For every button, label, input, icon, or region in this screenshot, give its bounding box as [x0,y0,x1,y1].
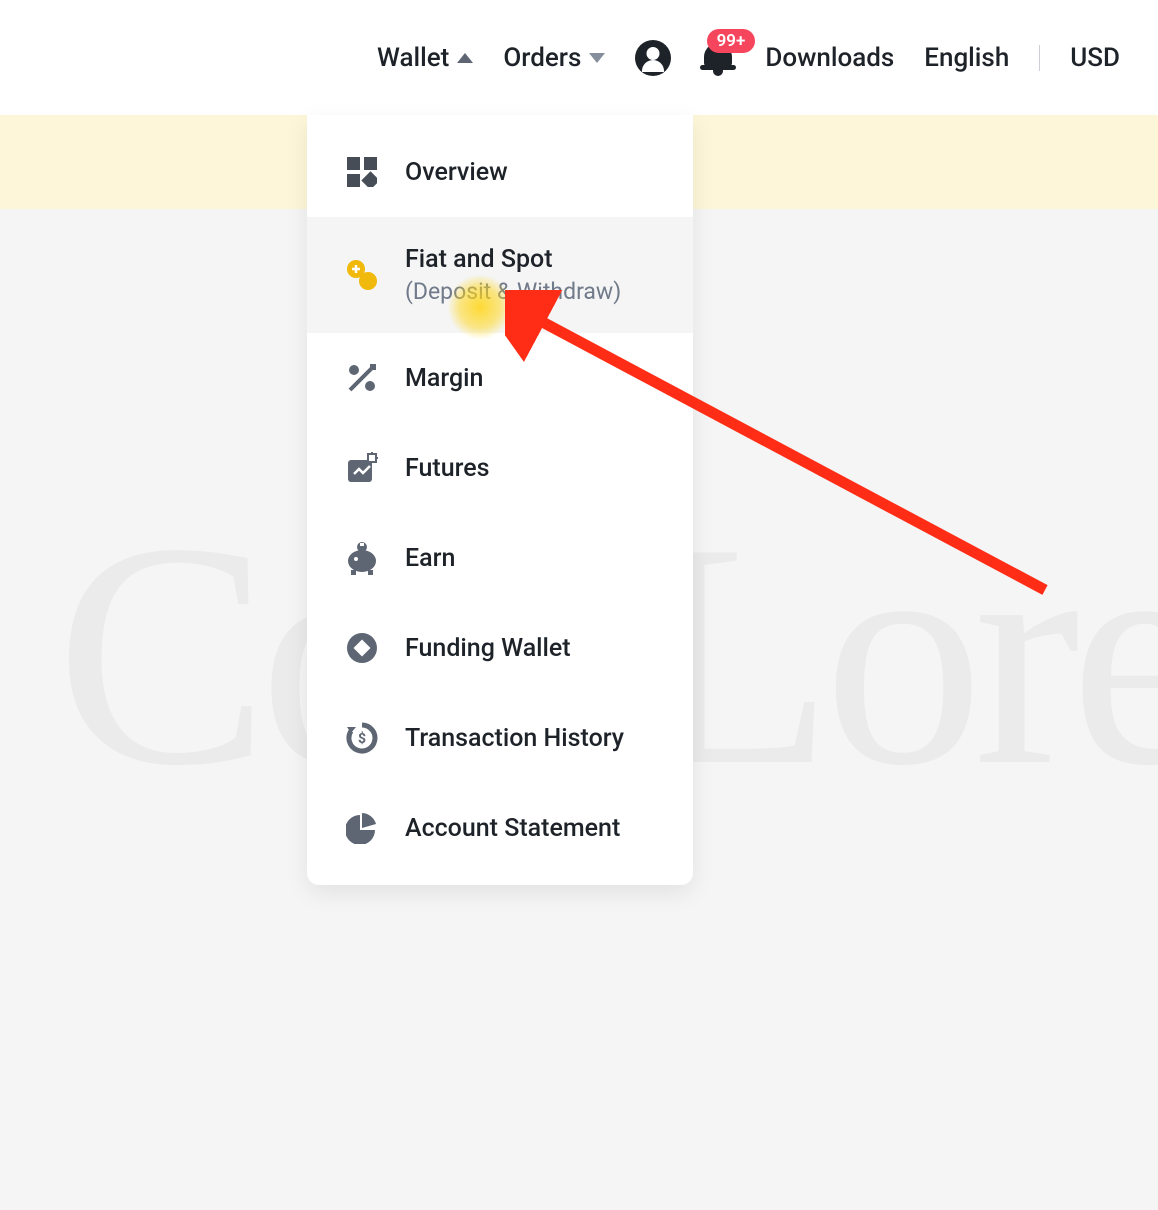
caret-down-icon [589,53,605,63]
dropdown-overview[interactable]: Overview [307,127,693,217]
chart-box-icon [345,451,379,485]
dropdown-futures[interactable]: Futures [307,423,693,513]
nav-downloads-label: Downloads [765,43,894,73]
nav-orders-label: Orders [503,43,581,73]
nav-language-label: English [924,43,1009,73]
dropdown-label: Overview [405,158,508,187]
history-icon: $ [345,721,379,755]
dropdown-label: Margin [405,364,483,393]
grid-icon [345,155,379,189]
dropdown-funding-wallet[interactable]: Funding Wallet [307,603,693,693]
exchange-icon [345,258,379,292]
nav-downloads[interactable]: Downloads [765,43,894,73]
dropdown-earn[interactable]: Earn [307,513,693,603]
piggy-icon [345,541,379,575]
nav-language[interactable]: English [924,43,1009,73]
notifications-button[interactable]: 99+ [701,41,735,75]
nav-wallet[interactable]: Wallet [377,43,473,73]
dropdown-label: Transaction History [405,724,624,753]
svg-text:$: $ [358,730,366,747]
profile-icon[interactable] [635,40,671,76]
dropdown-transaction-history[interactable]: $ Transaction History [307,693,693,783]
dropdown-label: Account Statement [405,814,620,843]
dropdown-account-statement[interactable]: Account Statement [307,783,693,873]
dropdown-label: Funding Wallet [405,634,571,663]
nav-currency[interactable]: USD [1070,43,1120,73]
divider [1039,45,1040,71]
pie-icon [345,811,379,845]
caret-up-icon [457,53,473,63]
diamond-circle-icon [345,631,379,665]
dropdown-label: Fiat and Spot [405,245,621,274]
dropdown-label: Futures [405,454,490,483]
dropdown-margin[interactable]: Margin [307,333,693,423]
header-nav: Wallet Orders 99+ Downloads English USD [0,0,1158,115]
percent-icon [345,361,379,395]
dropdown-sublabel: (Deposit & Withdraw) [405,278,621,305]
dropdown-label: Earn [405,544,455,573]
nav-wallet-label: Wallet [377,43,449,73]
nav-currency-label: USD [1070,43,1120,73]
wallet-dropdown: Overview Fiat and Spot (Deposit & Withdr… [307,115,693,885]
nav-orders[interactable]: Orders [503,43,605,73]
notification-badge: 99+ [707,29,756,53]
dropdown-fiat-spot[interactable]: Fiat and Spot (Deposit & Withdraw) [307,217,693,333]
